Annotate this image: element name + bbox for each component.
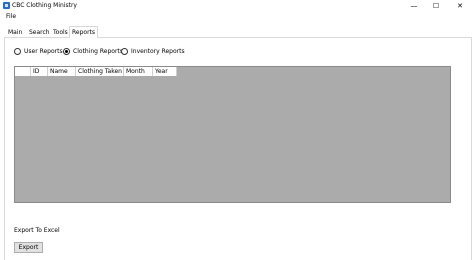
tab-reports[interactable]: Reports (69, 26, 99, 38)
column-header-year[interactable]: Year (153, 67, 177, 76)
menu-bar: File (0, 12, 474, 22)
tab-search[interactable]: Search (27, 28, 52, 37)
export-label: Export To Excel (14, 227, 60, 234)
window-title: CBC Clothing Ministry (12, 2, 77, 9)
tab-strip: Main Search Tools Reports (4, 26, 474, 38)
export-button[interactable]: Export (14, 242, 43, 253)
radio-button[interactable] (121, 48, 128, 55)
report-grid[interactable]: ID Name Clothing Taken Month Year (14, 66, 451, 203)
tab-main[interactable]: Main (6, 28, 24, 37)
grid-header: ID Name Clothing Taken Month Year (15, 67, 177, 76)
radio-button[interactable] (14, 48, 21, 55)
column-header-id[interactable]: ID (31, 67, 48, 76)
menu-file[interactable]: File (6, 13, 16, 21)
radio-label: User Reports (24, 48, 63, 55)
radio-label: Clothing Reports (73, 48, 123, 55)
radio-user-reports[interactable]: User Reports (14, 47, 63, 56)
minimize-icon[interactable]: — (404, 0, 424, 12)
app-icon (3, 2, 10, 9)
radio-label: Inventory Reports (131, 48, 185, 55)
row-header-corner[interactable] (15, 67, 31, 76)
radio-inventory-reports[interactable]: Inventory Reports (121, 47, 185, 56)
close-icon[interactable]: ✕ (450, 0, 470, 12)
radio-clothing-reports[interactable]: Clothing Reports (63, 47, 123, 56)
maximize-icon[interactable]: ☐ (426, 0, 446, 12)
tab-tools[interactable]: Tools (51, 28, 70, 37)
column-header-month[interactable]: Month (124, 67, 153, 76)
radio-button[interactable] (63, 48, 70, 55)
column-header-name[interactable]: Name (48, 67, 76, 76)
column-header-clothing-taken[interactable]: Clothing Taken (76, 67, 124, 76)
